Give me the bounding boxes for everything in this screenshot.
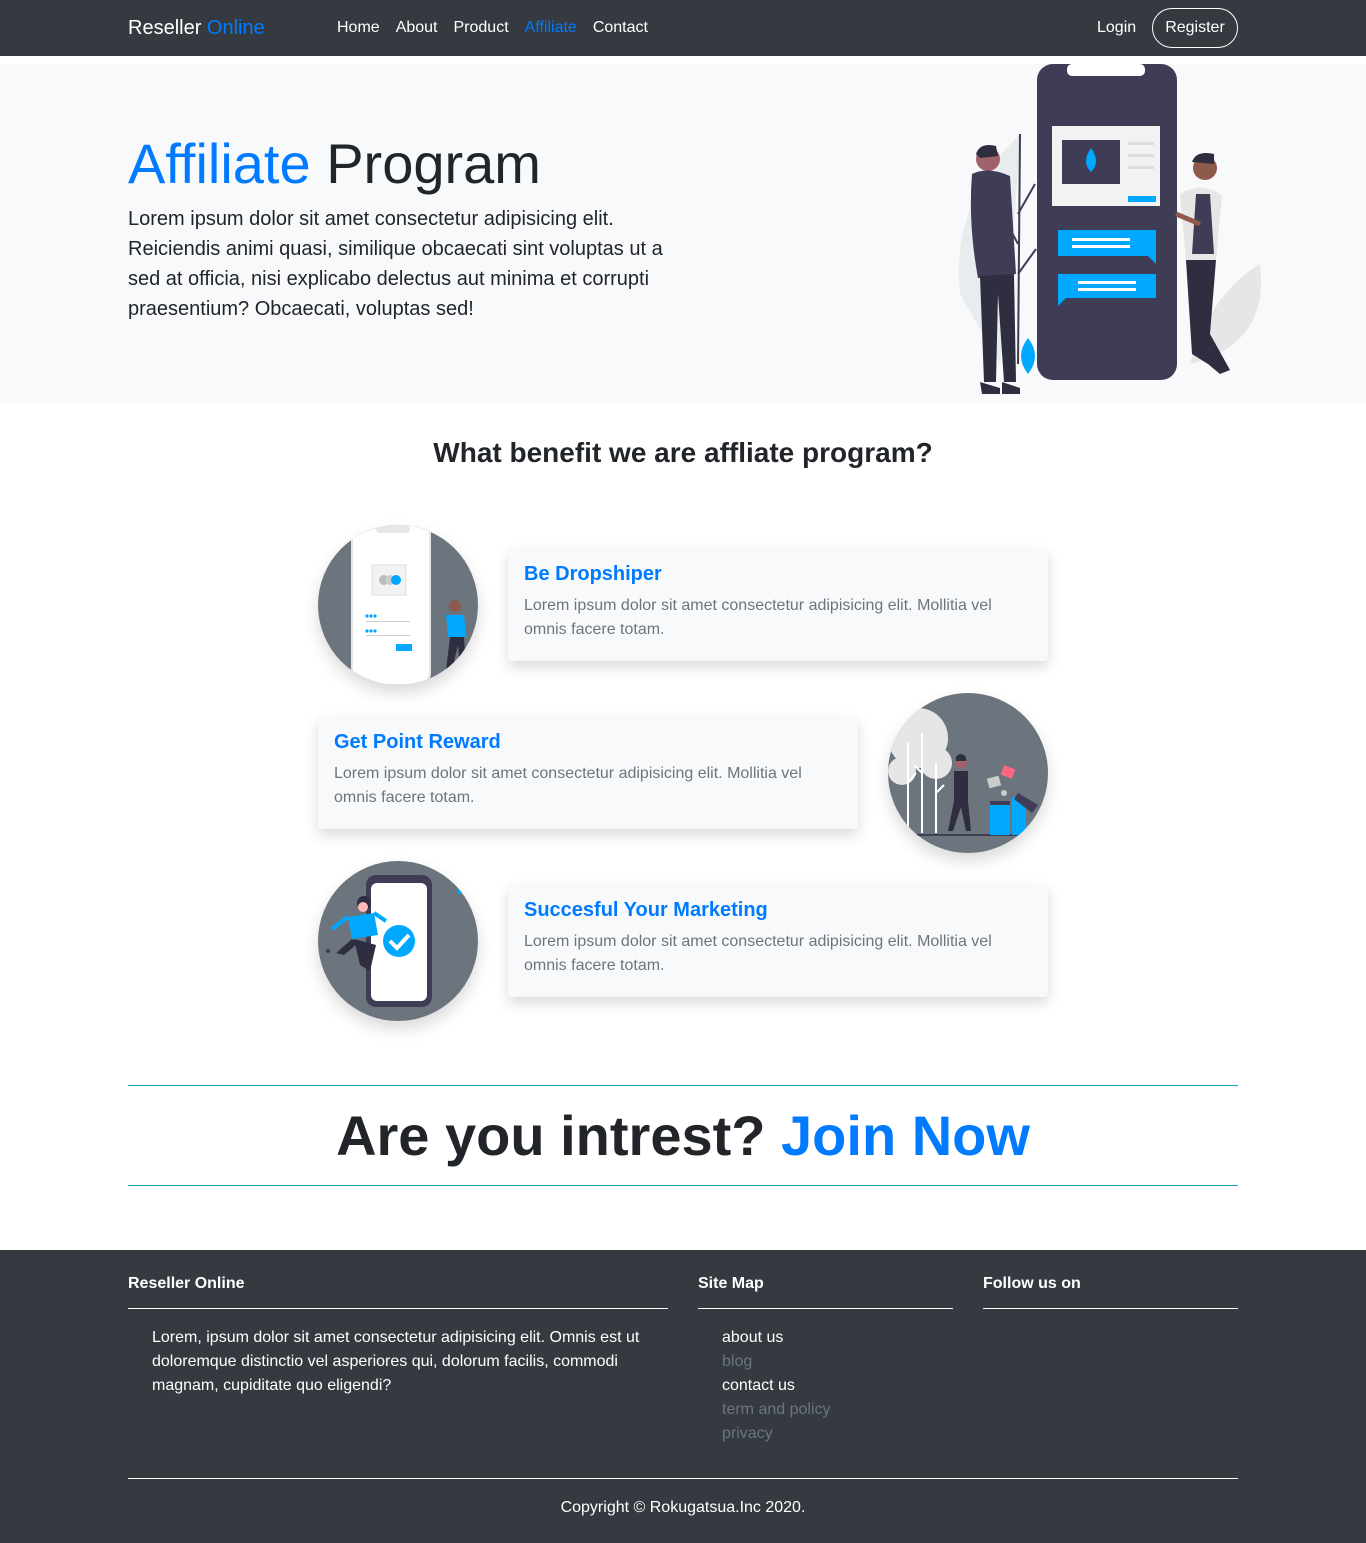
hero-title-accent: Affiliate bbox=[128, 132, 311, 195]
benefit-text: Lorem ipsum dolor sit amet consectetur a… bbox=[334, 765, 802, 806]
register-button[interactable]: Register bbox=[1152, 8, 1238, 48]
benefit-card-dropshiper: Be Dropshiper Lorem ipsum dolor sit amet… bbox=[508, 549, 1048, 661]
cta-text: Are you intrest? bbox=[336, 1104, 766, 1167]
footer-about-title: Reseller Online bbox=[128, 1275, 245, 1292]
login-link[interactable]: Login bbox=[1097, 18, 1136, 38]
brand-accent: Online bbox=[206, 17, 265, 39]
brand-logo[interactable]: Reseller Online bbox=[128, 15, 265, 41]
sitemap-link-blog[interactable]: blog bbox=[722, 1350, 831, 1374]
benefit-text: Lorem ipsum dolor sit amet consectetur a… bbox=[524, 933, 992, 974]
sitemap-link-terms[interactable]: term and policy bbox=[722, 1398, 831, 1422]
benefit-title: Succesful Your Marketing bbox=[524, 899, 768, 921]
nav-link-affiliate[interactable]: Affiliate bbox=[517, 18, 585, 38]
footer-about-text: Lorem, ipsum dolor sit amet consectetur … bbox=[152, 1329, 640, 1394]
footer-bottom-divider bbox=[128, 1478, 1238, 1479]
hero-title-rest: Program bbox=[326, 132, 541, 195]
cta-heading: Are you intrest? Join Now bbox=[0, 1100, 1366, 1172]
marketing-illustration bbox=[318, 861, 478, 1021]
affiliate-illustration bbox=[958, 64, 1262, 394]
sitemap-link-privacy[interactable]: privacy bbox=[722, 1422, 831, 1446]
nav-link-product[interactable]: Product bbox=[446, 18, 517, 38]
benefit-card-marketing: Succesful Your Marketing Lorem ipsum dol… bbox=[508, 885, 1048, 997]
sitemap-links: about us blog contact us term and policy… bbox=[722, 1326, 831, 1446]
nav-link-home[interactable]: Home bbox=[329, 18, 388, 38]
benefit-title: Be Dropshiper bbox=[524, 563, 662, 585]
nav-links: Home About Product Affiliate Contact bbox=[329, 18, 656, 38]
footer: Reseller Online Lorem, ipsum dolor sit a… bbox=[0, 1250, 1366, 1543]
navbar: Reseller Online Home About Product Affil… bbox=[0, 0, 1366, 56]
cta-divider-bottom bbox=[128, 1185, 1238, 1186]
nav-link-contact[interactable]: Contact bbox=[585, 18, 656, 38]
footer-divider bbox=[698, 1308, 953, 1309]
dropshiper-illustration bbox=[318, 525, 478, 685]
point-reward-illustration bbox=[888, 693, 1048, 853]
sitemap-link-contact[interactable]: contact us bbox=[722, 1374, 831, 1398]
benefits-title: What benefit we are affliate program? bbox=[433, 437, 933, 468]
hero-section: Affiliate Program Lorem ipsum dolor sit … bbox=[0, 64, 1366, 403]
footer-follow-title: Follow us on bbox=[983, 1275, 1081, 1292]
copyright-text: Copyright © Rokugatsua.Inc 2020. bbox=[560, 1499, 806, 1516]
footer-divider bbox=[983, 1308, 1238, 1309]
hero-description: Lorem ipsum dolor sit amet consectetur a… bbox=[128, 208, 663, 320]
hero-title: Affiliate Program bbox=[128, 132, 541, 196]
nav-link-about[interactable]: About bbox=[388, 18, 446, 38]
brand-main: Reseller bbox=[128, 17, 202, 39]
success-check-icon bbox=[326, 875, 463, 1007]
benefit-card-point-reward: Get Point Reward Lorem ipsum dolor sit a… bbox=[318, 717, 858, 829]
join-now-link[interactable]: Join Now bbox=[781, 1104, 1030, 1167]
gift-reward-icon bbox=[888, 708, 1048, 836]
phone-app-icon bbox=[351, 525, 466, 685]
cta-divider-top bbox=[128, 1085, 1238, 1086]
sitemap-link-about[interactable]: about us bbox=[722, 1326, 831, 1350]
benefit-text: Lorem ipsum dolor sit amet consectetur a… bbox=[524, 597, 992, 638]
benefit-title: Get Point Reward bbox=[334, 731, 501, 753]
footer-divider bbox=[128, 1308, 668, 1309]
footer-sitemap-title: Site Map bbox=[698, 1275, 764, 1292]
